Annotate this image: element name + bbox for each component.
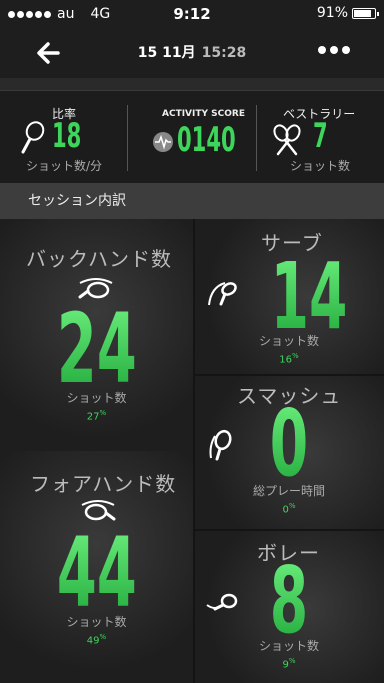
backhand-title: バックハンド数 bbox=[26, 247, 172, 271]
activity-label: ACTIVITY SCORE bbox=[162, 109, 245, 119]
activity-value: 0140 bbox=[177, 120, 236, 160]
serve-percent: 16% bbox=[279, 352, 299, 366]
volley-unit: ショット数 bbox=[258, 639, 319, 653]
nav-bar: 15 11月 15:28 bbox=[0, 28, 384, 78]
crossed-rackets-icon bbox=[273, 124, 301, 156]
serve-tile[interactable]: サーブ 14 ショット数 16% bbox=[193, 219, 384, 374]
forehand-percent: 49% bbox=[86, 633, 107, 647]
section-title: セッション内訳 bbox=[0, 183, 384, 219]
forehand-count: 44 bbox=[56, 517, 137, 629]
rate-value: 18 bbox=[52, 116, 82, 156]
rate-sub: ショット数/分 bbox=[26, 159, 103, 173]
serve-unit: ショット数 bbox=[258, 334, 319, 348]
nav-separator bbox=[0, 78, 384, 90]
session-time: 15:28 bbox=[201, 45, 247, 61]
forehand-unit: ショット数 bbox=[66, 615, 127, 629]
serve-count: 14 bbox=[270, 243, 348, 350]
more-options-icon[interactable] bbox=[318, 46, 350, 54]
volley-count: 8 bbox=[269, 547, 309, 654]
smash-tile[interactable]: スマッシュ 0 総プレー時間 0% bbox=[193, 374, 384, 529]
rally-sub: ショット数 bbox=[290, 159, 351, 173]
smash-count: 0 bbox=[269, 390, 309, 497]
volley-tile[interactable]: ボレー 8 ショット数 9% bbox=[193, 529, 384, 683]
battery-percent: 91% bbox=[316, 5, 348, 21]
forehand-title: フォアハンド数 bbox=[30, 472, 177, 496]
smash-percent: 0% bbox=[282, 502, 296, 516]
racket-icon bbox=[21, 121, 45, 154]
backhand-tile[interactable]: バックハンド数 24 ショット数 27% bbox=[0, 219, 193, 451]
smash-unit: 総プレー時間 bbox=[252, 484, 325, 498]
status-bar: au 4G 9:12 91% bbox=[0, 0, 384, 28]
battery-icon bbox=[352, 7, 379, 19]
summary-panel: 比率 18 ショット数/分 ACTIVITY SCORE 0140 ベストラリー… bbox=[0, 90, 384, 183]
rally-value: 7 bbox=[313, 116, 328, 156]
volley-percent: 9% bbox=[282, 657, 296, 671]
backhand-unit: ショット数 bbox=[66, 391, 127, 405]
summary-divider bbox=[256, 105, 257, 171]
serve-swing-icon bbox=[208, 282, 237, 306]
activity-wave-icon bbox=[153, 132, 173, 152]
smash-swing-icon bbox=[209, 429, 232, 461]
session-date: 15 11月 bbox=[137, 45, 196, 61]
status-right: 91% bbox=[316, 5, 379, 21]
summary-divider bbox=[127, 105, 128, 171]
forehand-tile[interactable]: フォアハンド数 44 ショット数 49% bbox=[0, 451, 193, 683]
backhand-count: 24 bbox=[56, 293, 137, 405]
volley-swing-icon bbox=[206, 593, 238, 611]
backhand-percent: 27% bbox=[86, 409, 107, 423]
